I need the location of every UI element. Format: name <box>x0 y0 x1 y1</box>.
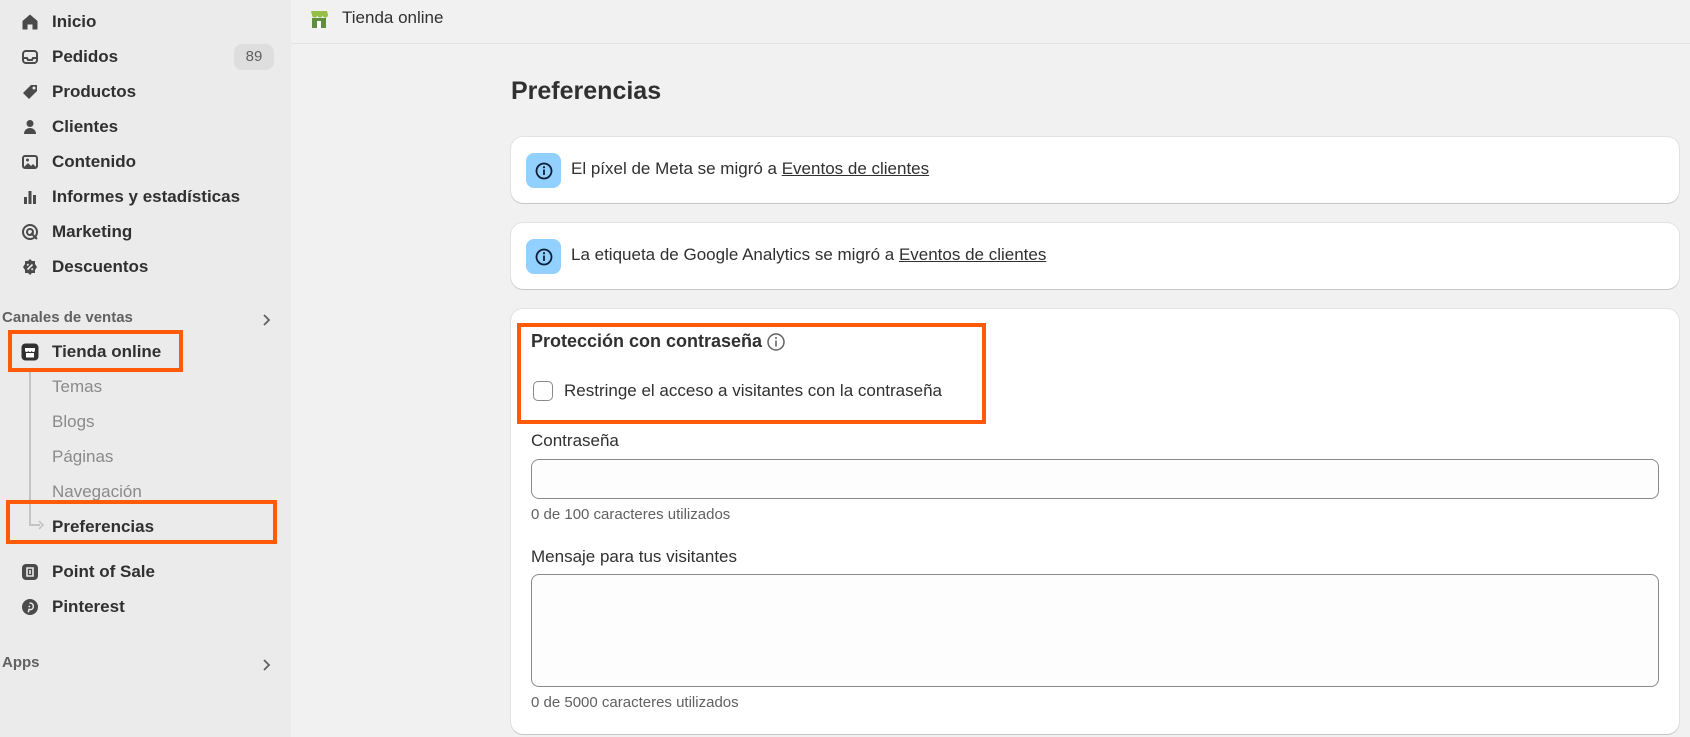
password-input[interactable] <box>531 459 1659 499</box>
info-icon <box>526 153 561 188</box>
sidebar-item-label: Contenido <box>52 151 137 171</box>
google-analytics-banner: La etiqueta de Google Analytics se migró… <box>511 223 1679 289</box>
discount-icon <box>19 256 41 278</box>
sidebar-item-label: Informes y estadísticas <box>52 186 241 206</box>
sidebar-item-label: Inicio <box>52 11 97 31</box>
banner-message: La etiqueta de Google Analytics se migró… <box>571 245 899 264</box>
sidebar-item-label: Pinterest <box>52 596 125 616</box>
image-icon <box>19 151 41 173</box>
banner-message: El píxel de Meta se migró a <box>571 159 782 178</box>
sidebar-item-point-of-sale[interactable]: Point of Sale <box>0 554 291 589</box>
sidebar-item-label: Descuentos <box>52 256 149 276</box>
sidebar-item-productos[interactable]: Productos <box>0 74 291 109</box>
info-icon <box>526 239 561 274</box>
bar-chart-icon <box>19 186 41 208</box>
sidebar-item-label: Clientes <box>52 116 119 136</box>
pos-icon <box>19 561 41 583</box>
page-title: Preferencias <box>511 77 662 105</box>
customer-events-link[interactable]: Eventos de clientes <box>782 159 929 178</box>
sidebar-item-label: Point of Sale <box>52 561 155 581</box>
apps-heading: Apps <box>2 654 40 671</box>
sidebar-item-contenido[interactable]: Contenido <box>0 144 291 179</box>
chevron-right-icon[interactable] <box>258 312 274 328</box>
sidebar-subitem-navegacion[interactable]: Navegación <box>52 482 142 502</box>
target-icon <box>19 221 41 243</box>
highlight-password-protection <box>517 323 986 424</box>
shopify-store-icon <box>311 11 328 28</box>
banner-text: La etiqueta de Google Analytics se migró… <box>571 245 1046 265</box>
home-icon <box>19 11 41 33</box>
message-char-count: 0 de 5000 caracteres utilizados <box>531 694 739 711</box>
sidebar: Inicio Pedidos 89 Productos Clientes Con… <box>0 0 291 737</box>
pinterest-icon <box>19 596 41 618</box>
sidebar-item-label: Pedidos <box>52 46 119 66</box>
orders-count-badge: 89 <box>234 43 274 70</box>
meta-pixel-banner: El píxel de Meta se migró a Eventos de c… <box>511 137 1679 203</box>
sidebar-item-pinterest[interactable]: Pinterest <box>0 589 291 624</box>
sidebar-item-marketing[interactable]: Marketing <box>0 214 291 249</box>
sidebar-item-label: Productos <box>52 81 137 101</box>
customer-events-link[interactable]: Eventos de clientes <box>899 245 1046 264</box>
sales-channels-heading: Canales de ventas <box>2 309 133 326</box>
chevron-right-icon[interactable] <box>258 657 274 673</box>
password-char-count: 0 de 100 caracteres utilizados <box>531 506 731 523</box>
topbar: Tienda online <box>291 0 1690 44</box>
tag-icon <box>19 81 41 103</box>
sidebar-item-informes[interactable]: Informes y estadísticas <box>0 179 291 214</box>
message-label: Mensaje para tus visitantes <box>531 547 737 566</box>
sidebar-item-label: Marketing <box>52 221 133 241</box>
inbox-icon <box>19 46 41 68</box>
sidebar-subitem-paginas[interactable]: Páginas <box>52 447 113 467</box>
banner-text: El píxel de Meta se migró a Eventos de c… <box>571 159 929 179</box>
topbar-title: Tienda online <box>342 8 444 27</box>
highlight-preferencias <box>6 500 277 544</box>
password-label: Contraseña <box>531 431 619 450</box>
sidebar-item-descuentos[interactable]: Descuentos <box>0 249 291 284</box>
sidebar-subitem-temas[interactable]: Temas <box>52 377 102 397</box>
sidebar-item-pedidos[interactable]: Pedidos 89 <box>0 39 291 74</box>
visitor-message-textarea[interactable] <box>531 574 1659 687</box>
highlight-tienda-online <box>8 330 183 372</box>
person-icon <box>19 116 41 138</box>
sidebar-item-inicio[interactable]: Inicio <box>0 4 291 39</box>
sidebar-item-clientes[interactable]: Clientes <box>0 109 291 144</box>
sidebar-subitem-blogs[interactable]: Blogs <box>52 412 95 432</box>
